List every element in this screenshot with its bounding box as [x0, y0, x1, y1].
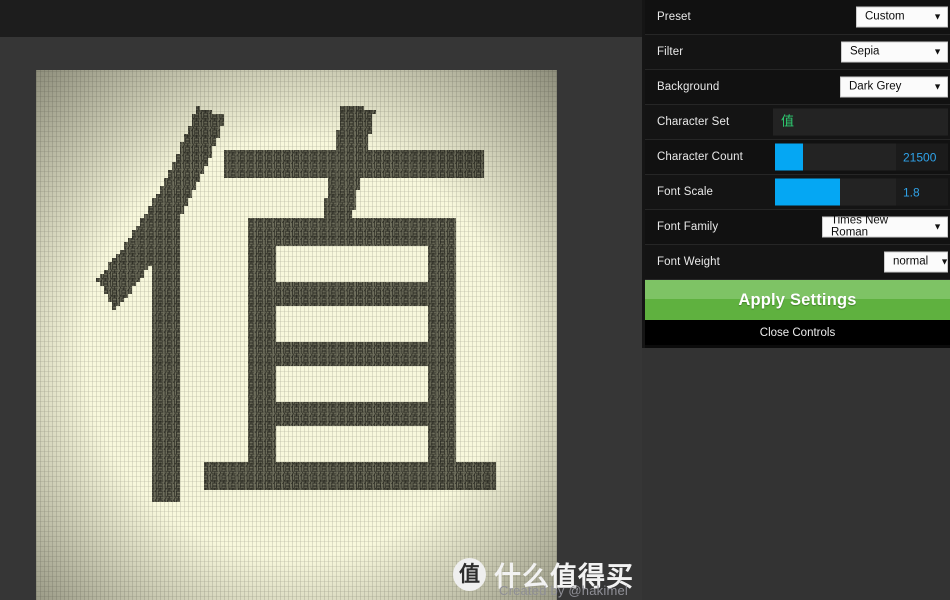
row-character-set: Character Set 值	[645, 105, 950, 140]
artwork-frame: 值值值值值值值值值值值值值值值值值值值值值值值值值值值值值值值值值值值值值值值值…	[36, 70, 557, 600]
background-select[interactable]: Dark Grey ▼	[840, 76, 948, 98]
font-weight-select[interactable]: normal ▼	[884, 251, 950, 273]
font-scale-slider[interactable]	[775, 178, 897, 206]
chevron-down-icon: ▼	[933, 81, 942, 92]
label-filter: Filter	[657, 46, 684, 58]
filter-select-value: Sepia	[850, 45, 880, 58]
chevron-down-icon: ▼	[933, 221, 942, 232]
character-count-value[interactable]: 21500	[896, 143, 948, 171]
label-font-scale: Font Scale	[657, 186, 713, 198]
label-font-family: Font Family	[657, 221, 719, 233]
controls-panel: Preset Custom ▼ Filter Sepia ▼ Backgroun…	[642, 0, 950, 348]
character-count-slider[interactable]	[775, 143, 897, 171]
character-count-value-text: 21500	[903, 150, 937, 164]
app-root: 值值值值值值值值值值值值值值值值值值值值值值值值值值值值值值值值值值值值值值值值…	[0, 0, 950, 600]
label-font-weight: Font Weight	[657, 256, 720, 268]
canvas-stage[interactable]: 值值值值值值值值值值值值值值值值值值值值值值值值值值值值值值值值值值值值值值值值…	[0, 37, 642, 600]
chevron-down-icon: ▼	[933, 46, 942, 57]
row-filter: Filter Sepia ▼	[645, 35, 950, 70]
character-set-input[interactable]: 值	[773, 108, 948, 136]
row-character-count: Character Count 21500	[645, 140, 950, 175]
font-scale-value[interactable]: 1.8	[896, 178, 948, 206]
label-background: Background	[657, 81, 720, 93]
font-scale-slider-fill	[775, 178, 840, 206]
background-select-value: Dark Grey	[849, 80, 902, 93]
label-character-count: Character Count	[657, 151, 743, 163]
preset-select[interactable]: Custom ▼	[856, 6, 948, 28]
chevron-down-icon: ▼	[933, 11, 942, 22]
font-family-select-value: Times New Roman	[831, 214, 889, 238]
row-background: Background Dark Grey ▼	[645, 70, 950, 105]
font-scale-value-text: 1.8	[903, 185, 920, 199]
label-character-set: Character Set	[657, 116, 730, 128]
label-preset: Preset	[657, 11, 691, 23]
preset-select-value: Custom	[865, 10, 905, 23]
font-weight-select-value: normal	[893, 255, 929, 268]
row-preset: Preset Custom ▼	[645, 0, 950, 35]
row-font-family: Font Family Times New Roman ▼	[645, 210, 950, 245]
chevron-down-icon: ▼	[940, 256, 950, 267]
close-controls-button[interactable]: Close Controls	[645, 320, 950, 345]
apply-settings-button[interactable]: Apply Settings	[645, 280, 950, 320]
character-count-slider-fill	[775, 143, 804, 171]
character-set-value: 值	[781, 114, 795, 130]
row-font-weight: Font Weight normal ▼	[645, 245, 950, 280]
font-family-select[interactable]: Times New Roman ▼	[822, 214, 948, 238]
top-bar	[0, 0, 642, 37]
row-font-scale: Font Scale 1.8	[645, 175, 950, 210]
filter-select[interactable]: Sepia ▼	[841, 41, 948, 63]
ascii-art-canvas[interactable]: 值值值值值值值值值值值值值值值值值值值值值值值值值值值值值值值值值值值值值值值值…	[36, 70, 557, 600]
